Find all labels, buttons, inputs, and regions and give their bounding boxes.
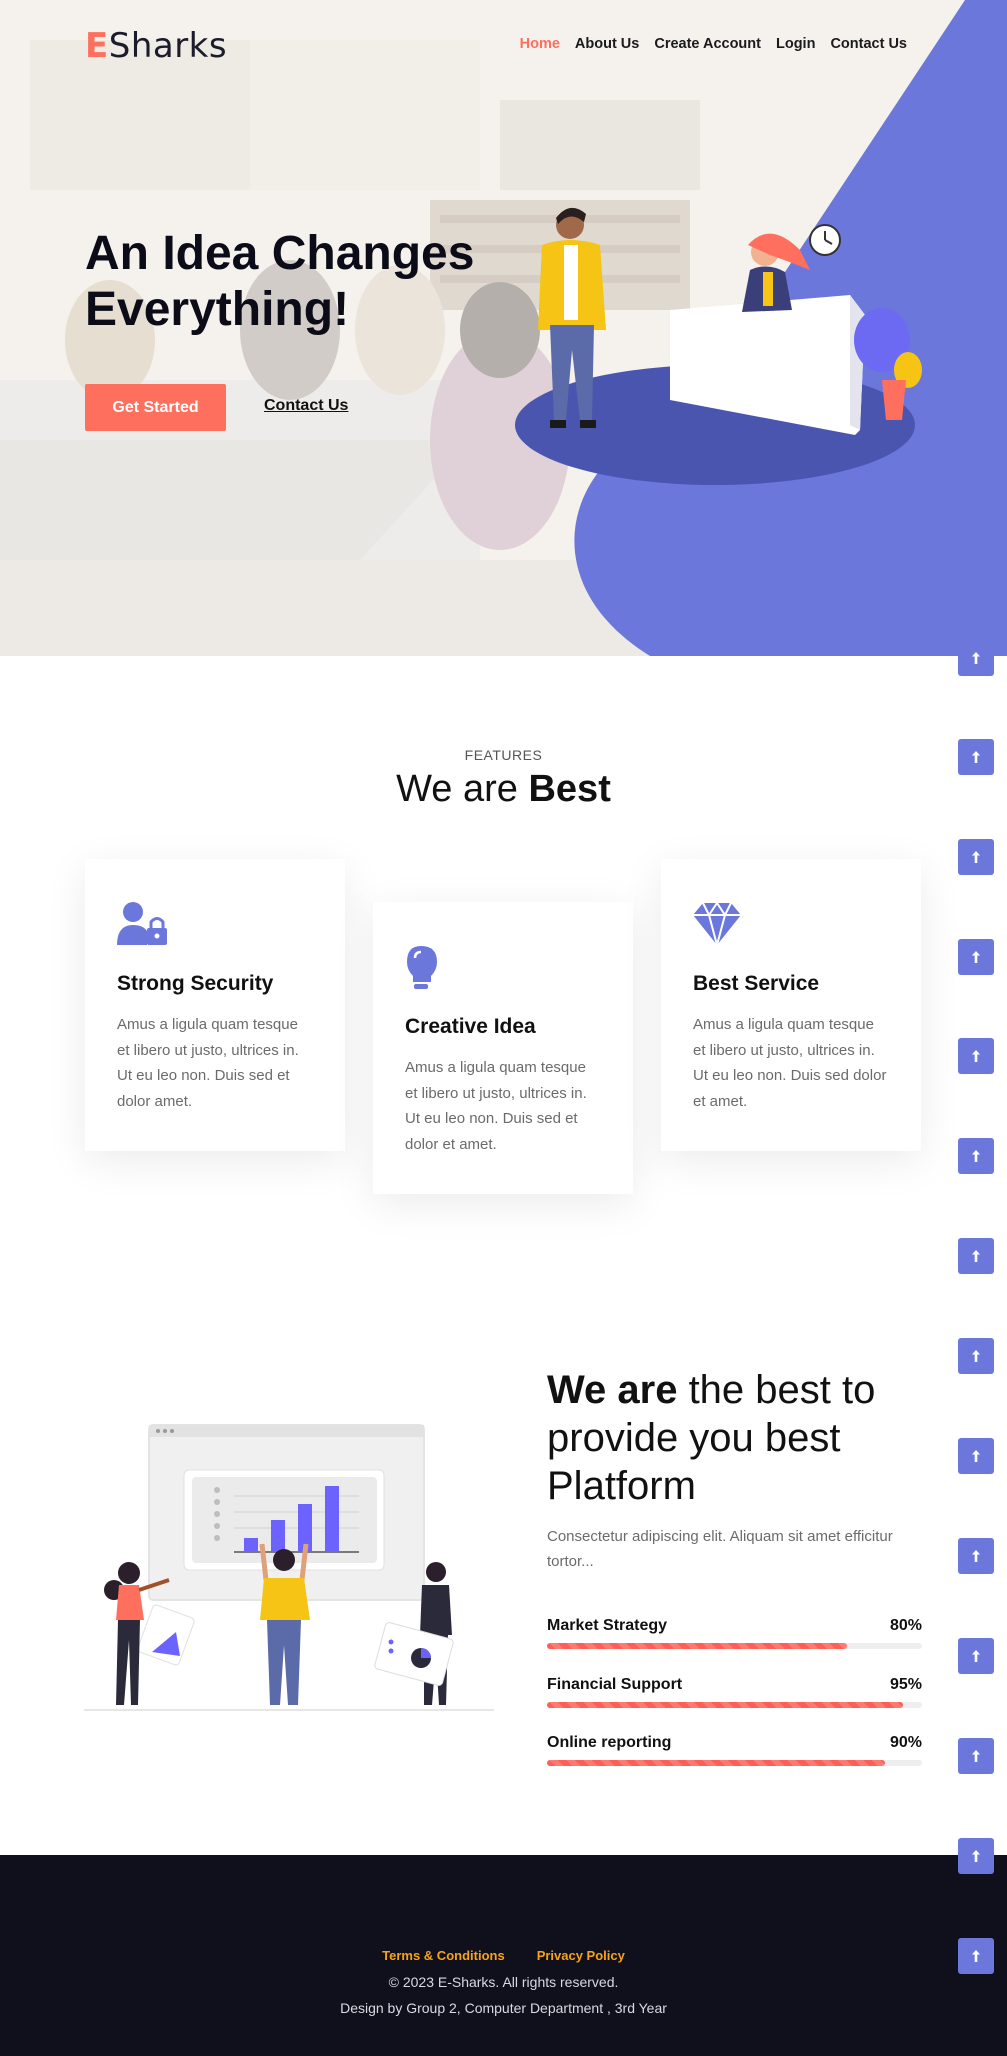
- skill-percent: 90%: [889, 1734, 922, 1751]
- features-title-bold: Best: [528, 768, 611, 810]
- features-title: We are Best: [0, 768, 1007, 811]
- scroll-to-top-button[interactable]: [958, 1338, 994, 1374]
- arrow-up-icon: [972, 851, 980, 863]
- about-text: Consectetur adipiscing elit. Aliquam sit…: [547, 1528, 893, 1570]
- arrow-up-icon: [972, 1150, 980, 1162]
- skill-label: Online reporting: [547, 1734, 672, 1751]
- scroll-to-top-button[interactable]: [958, 1738, 994, 1774]
- footer: Terms & Conditions Privacy Policy © 2023…: [0, 1855, 1007, 2056]
- user-lock-icon: [117, 902, 167, 945]
- scroll-to-top-button[interactable]: [958, 1638, 994, 1674]
- skill-label: Market Strategy: [547, 1617, 668, 1634]
- skill-label: Financial Support: [547, 1676, 683, 1693]
- contact-us-link[interactable]: Contact Us: [264, 397, 348, 415]
- get-started-button[interactable]: Get Started: [85, 384, 226, 431]
- arrow-up-icon: [972, 1250, 980, 1262]
- skill-progress-track: [547, 1702, 922, 1708]
- scroll-to-top-button[interactable]: [958, 1538, 994, 1574]
- brand-logo[interactable]: ESharks: [85, 26, 227, 66]
- arrow-up-icon: [972, 751, 980, 763]
- skill-progress-track: [547, 1643, 922, 1649]
- feature-card-text: Amus a ligula quam tesque et libero ut j…: [693, 1016, 887, 1110]
- skill-progress-fill: [547, 1760, 885, 1766]
- scroll-to-top-button[interactable]: [958, 839, 994, 875]
- scroll-to-top-button[interactable]: [958, 939, 994, 975]
- feature-card-text: Amus a ligula quam tesque et libero ut j…: [117, 1016, 299, 1110]
- logo-text: Sharks: [108, 26, 228, 66]
- nav-item-login[interactable]: Login: [776, 36, 815, 52]
- scroll-to-top-button[interactable]: [958, 1138, 994, 1174]
- arrow-up-icon: [972, 951, 980, 963]
- footer-links: Terms & Conditions Privacy Policy: [0, 1948, 1007, 1963]
- hero-illustration: [515, 207, 922, 485]
- scroll-to-top-button[interactable]: [958, 1038, 994, 1074]
- arrow-up-icon: [972, 1550, 980, 1562]
- feature-card-title: Best Service: [693, 972, 820, 995]
- diamond-icon: [693, 901, 741, 949]
- nav-item-contact-us[interactable]: Contact Us: [830, 36, 907, 52]
- terms-link[interactable]: Terms & Conditions: [382, 1948, 505, 1963]
- scroll-to-top-button[interactable]: [958, 739, 994, 775]
- scroll-to-top-button[interactable]: [958, 640, 994, 676]
- arrow-up-icon: [972, 1950, 980, 1962]
- feature-card-title: Creative Idea: [405, 1015, 536, 1038]
- lightbulb-icon: [407, 946, 437, 989]
- skill-progress-fill: [547, 1643, 847, 1649]
- arrow-up-icon: [972, 1450, 980, 1462]
- feature-card-creative: Creative Idea Amus a ligula quam tesque …: [373, 902, 633, 1194]
- logo-initial: E: [85, 26, 109, 66]
- features-eyebrow: FEATURES: [464, 747, 543, 763]
- arrow-up-icon: [972, 1750, 980, 1762]
- footer-credit: Design by Group 2, Computer Department ,…: [340, 2000, 667, 2016]
- arrow-up-icon: [972, 652, 980, 664]
- skill-market-strategy: Market Strategy 80%: [547, 1617, 922, 1649]
- hero-section: ESharks Home About Us Create Account Log…: [0, 0, 1007, 656]
- feature-card-security: Strong Security Amus a ligula quam tesqu…: [85, 859, 345, 1151]
- skill-percent: 80%: [889, 1617, 922, 1634]
- hero-headline: An Idea Changes Everything!: [85, 227, 475, 336]
- skill-percent: 95%: [889, 1676, 922, 1693]
- arrow-up-icon: [972, 1850, 980, 1862]
- feature-card-text: Amus a ligula quam tesque et libero ut j…: [405, 1059, 587, 1153]
- scroll-to-top-button[interactable]: [958, 1438, 994, 1474]
- skill-progress-track: [547, 1760, 922, 1766]
- about-title-bold: We are: [547, 1368, 678, 1412]
- feature-card-service: Best Service Amus a ligula quam tesque e…: [661, 859, 921, 1151]
- skill-online-reporting: Online reporting 90%: [547, 1734, 922, 1766]
- footer-copyright: © 2023 E-Sharks. All rights reserved.: [388, 1974, 619, 1990]
- nav-item-create-account[interactable]: Create Account: [654, 36, 761, 52]
- about-illustration: [84, 1424, 494, 1711]
- feature-card-title: Strong Security: [117, 972, 274, 995]
- arrow-up-icon: [972, 1650, 980, 1662]
- nav-menu: Home About Us Create Account Login Conta…: [520, 36, 907, 52]
- arrow-up-icon: [972, 1350, 980, 1362]
- nav-item-about-us[interactable]: About Us: [575, 36, 639, 52]
- scroll-to-top-button[interactable]: [958, 1938, 994, 1974]
- about-title: We are the best to provide you best Plat…: [547, 1366, 947, 1510]
- features-title-light: We are: [396, 768, 529, 810]
- skill-progress-fill: [547, 1702, 904, 1708]
- skill-financial-support: Financial Support 95%: [547, 1676, 922, 1708]
- scroll-to-top-button[interactable]: [958, 1238, 994, 1274]
- privacy-link[interactable]: Privacy Policy: [537, 1948, 625, 1963]
- arrow-up-icon: [972, 1050, 980, 1062]
- top-navbar: ESharks Home About Us Create Account Log…: [0, 0, 1007, 90]
- nav-item-home[interactable]: Home: [520, 36, 560, 52]
- scroll-to-top-button[interactable]: [958, 1838, 994, 1874]
